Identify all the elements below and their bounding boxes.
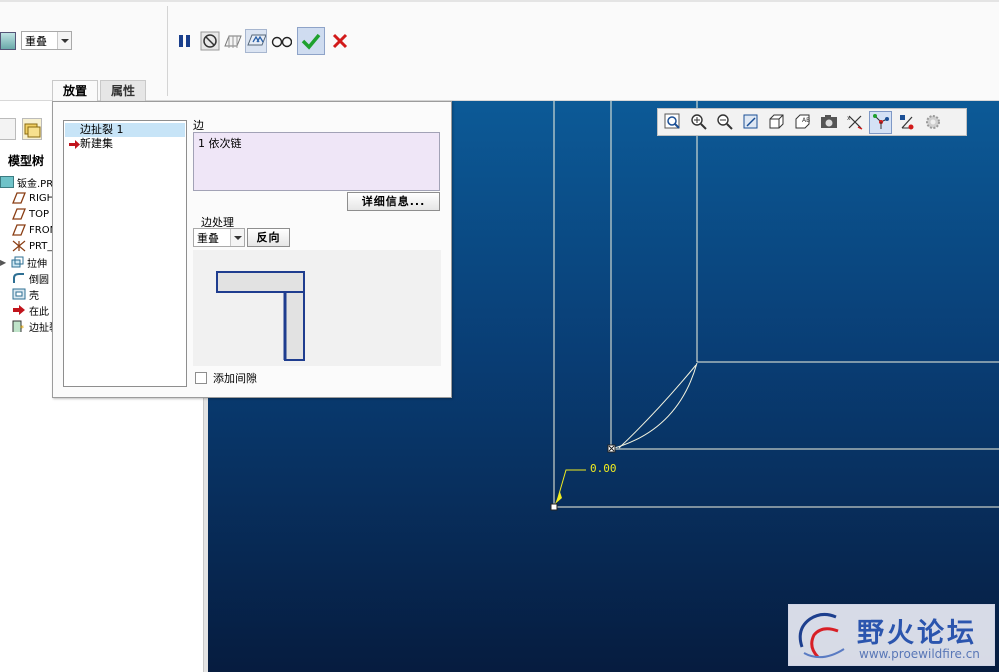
glasses-icon <box>271 36 292 48</box>
tree-tab-folder-icon[interactable] <box>22 118 42 140</box>
placement-panel: 边扯裂 1 新建集 边 1 依次链 详细信息... 边处理 重叠 反向 添加间隙 <box>52 101 452 398</box>
rip-set-list: 边扯裂 1 新建集 <box>63 120 187 387</box>
tree-item-extrude[interactable]: ▶ 拉伸 <box>0 254 47 270</box>
dashboard-divider <box>167 6 168 96</box>
no-preview-button[interactable] <box>199 29 221 53</box>
model-tree-title: 模型树 <box>8 154 45 168</box>
pause-button[interactable] <box>174 29 196 53</box>
csys-display-icon <box>899 115 913 130</box>
pause-preview-button[interactable] <box>222 29 244 53</box>
checkmark-icon <box>301 33 321 50</box>
edge-chain-item[interactable]: 1 依次链 <box>198 137 242 150</box>
chevron-down-icon[interactable] <box>57 32 71 49</box>
spin-center-button[interactable] <box>921 111 944 134</box>
view-manager-button[interactable] <box>817 111 840 134</box>
gap-dimension[interactable]: 0.00 <box>590 462 617 475</box>
rip-curve <box>618 364 697 449</box>
details-button[interactable]: 详细信息... <box>347 192 440 211</box>
preview-glasses-button[interactable] <box>270 29 292 53</box>
datum-display-icon: x <box>847 115 862 130</box>
confirm-button[interactable] <box>297 27 325 55</box>
edge-treatment-select[interactable]: 重叠 <box>21 31 72 50</box>
edge-treatment-value: 重叠 <box>25 34 47 48</box>
dashboard-top-border <box>0 0 999 2</box>
tree-item-insert-here[interactable]: 在此 <box>12 302 49 318</box>
datum-plane-icon <box>12 224 26 236</box>
forum-logo-icon <box>798 612 845 659</box>
view-toolbar: AB x <box>657 108 967 136</box>
point-display-button[interactable] <box>869 110 892 134</box>
close-icon <box>332 33 348 49</box>
datum-plane-icon <box>12 192 26 204</box>
repaint-icon <box>743 114 757 129</box>
treatment-value: 重叠 <box>197 231 219 245</box>
csys-display-button[interactable] <box>895 111 918 134</box>
svg-text:*: * <box>20 324 24 332</box>
zoom-out-button[interactable] <box>713 111 736 134</box>
svg-text:x: x <box>847 115 851 122</box>
repaint-button[interactable] <box>739 111 762 134</box>
datum-display-button[interactable]: x <box>843 111 866 134</box>
refit-button[interactable] <box>661 111 684 134</box>
saved-views-button[interactable]: AB <box>791 111 814 134</box>
tree-item-round[interactable]: 倒圆 <box>12 270 49 286</box>
set-item-new-set[interactable]: 新建集 <box>65 137 185 151</box>
shell-icon <box>12 288 26 300</box>
edge-collector[interactable]: 1 依次链 <box>193 132 440 191</box>
new-set-arrow-icon <box>69 140 80 149</box>
tab-placement[interactable]: 放置 <box>52 80 99 103</box>
datum-plane-icon <box>12 208 26 220</box>
svg-text:AB: AB <box>802 117 810 124</box>
point-display-icon <box>872 114 889 129</box>
flip-button[interactable]: 反向 <box>247 228 290 247</box>
watermark-url: www.proewildfire.cn <box>859 647 980 661</box>
insert-arrow-icon <box>13 305 25 315</box>
add-gap-checkbox[interactable] <box>195 372 207 384</box>
treatment-preview <box>193 250 441 366</box>
edge-rip-type-icon[interactable] <box>0 32 16 50</box>
cancel-button[interactable] <box>329 29 351 53</box>
gear-icon <box>925 115 940 129</box>
zoom-out-icon <box>716 114 733 130</box>
tree-item-shell[interactable]: 壳 <box>12 286 39 302</box>
edge-rip-icon: * <box>12 320 24 332</box>
watermark-title: 野火论坛 <box>857 618 977 649</box>
tree-item-top[interactable]: TOP <box>12 206 49 222</box>
forum-watermark: 野火论坛 www.proewildfire.cn <box>788 604 995 666</box>
camera-icon <box>820 115 837 128</box>
dashboard-tabs: 放置 属性 <box>52 80 148 103</box>
saved-views-icon: AB <box>795 114 810 129</box>
round-icon <box>13 273 24 283</box>
part-icon <box>0 176 14 188</box>
expand-arrow-icon[interactable]: ▶ <box>0 258 10 267</box>
pause-preview-icon <box>224 35 242 48</box>
refit-icon <box>664 113 680 129</box>
chevron-down-icon[interactable] <box>230 229 244 246</box>
tab-properties[interactable]: 属性 <box>100 80 147 102</box>
coordinate-system-icon <box>12 240 26 252</box>
tree-item-part[interactable]: 钣金.PRT <box>0 174 59 190</box>
overlap-preview-image <box>216 271 305 361</box>
folder-icon <box>24 123 41 138</box>
verify-mode-icon <box>247 34 266 46</box>
display-style-icon <box>769 114 783 129</box>
treatment-select[interactable]: 重叠 <box>193 228 245 247</box>
extrude-icon <box>11 256 24 268</box>
rip-curve <box>610 362 698 450</box>
zoom-in-button[interactable] <box>687 111 710 134</box>
verify-mode-button[interactable] <box>245 29 267 53</box>
set-item-edge-rip[interactable]: 边扯裂 1 <box>65 123 185 137</box>
tree-tab-model-icon[interactable] <box>0 118 16 140</box>
vertex-handle[interactable] <box>550 503 558 511</box>
no-preview-icon <box>200 31 220 51</box>
zoom-in-icon <box>690 114 707 130</box>
pause-icon <box>179 35 190 47</box>
add-gap-label: 添加间隙 <box>213 372 257 385</box>
feature-dashboard: 重叠 放置 属性 <box>0 0 999 103</box>
edge-label: 边 <box>193 119 204 132</box>
display-style-button[interactable] <box>765 111 788 134</box>
